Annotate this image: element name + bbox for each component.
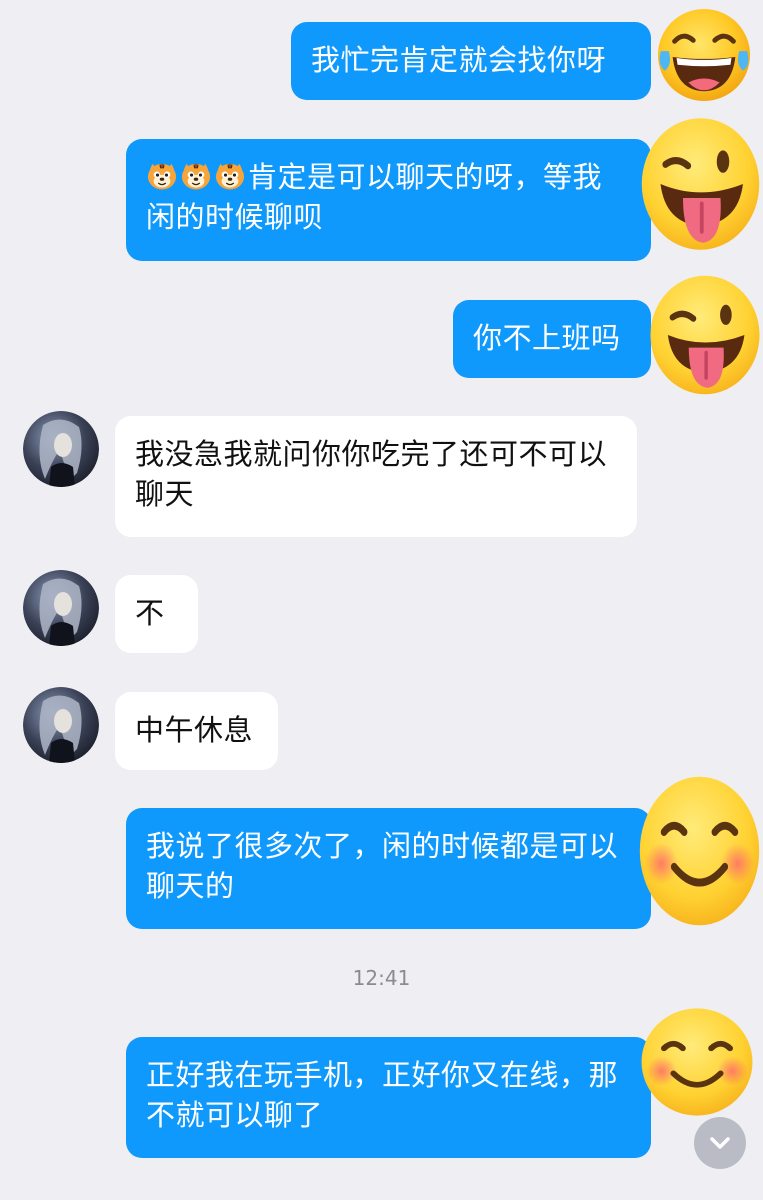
chevron-down-icon — [710, 1137, 730, 1149]
scroll-to-bottom-button[interactable] — [694, 1117, 746, 1169]
tiger-face-icon — [215, 163, 245, 191]
avatar[interactable] — [23, 570, 99, 646]
message-bubble-outgoing[interactable]: 正好我在玩手机，正好你又在线，那不就可以聊了 — [126, 1037, 651, 1158]
blushing-smile-emoji-icon — [638, 1005, 756, 1119]
message-bubble-outgoing[interactable]: 我说了很多次了，闲的时候都是可以聊天的 — [126, 808, 651, 929]
message-text: 中午休息 — [135, 713, 254, 747]
avatar[interactable] — [23, 687, 99, 763]
message-text: 正好我在玩手机，正好你又在线，那不就可以聊了 — [146, 1058, 619, 1132]
message-bubble-incoming[interactable]: 中午休息 — [115, 692, 278, 770]
tiger-face-icon — [181, 163, 211, 191]
message-bubble-outgoing[interactable]: 肯定是可以聊天的呀，等我闲的时候聊呗 — [126, 139, 651, 261]
message-text: 我说了很多次了，闲的时候都是可以聊天的 — [146, 829, 619, 903]
message-text: 我忙完肯定就会找你呀 — [311, 43, 607, 77]
avatar[interactable] — [23, 411, 99, 487]
tears-of-joy-emoji-icon — [655, 6, 753, 104]
message-bubble-outgoing[interactable]: 我忙完肯定就会找你呀 — [291, 22, 651, 100]
winking-tongue-emoji-icon — [647, 272, 763, 398]
message-text: 不 — [135, 596, 165, 630]
winking-tongue-emoji-icon — [638, 114, 763, 254]
message-bubble-incoming[interactable]: 我没急我就问你你吃完了还可不可以聊天 — [115, 416, 637, 537]
message-bubble-outgoing[interactable]: 你不上班吗 — [453, 300, 651, 378]
message-text: 我没急我就问你你吃完了还可不可以聊天 — [135, 437, 608, 511]
blushing-smile-emoji-icon — [636, 772, 763, 930]
message-bubble-incoming[interactable]: 不 — [115, 575, 198, 653]
tiger-face-icon — [147, 163, 177, 191]
timestamp: 12:41 — [352, 966, 411, 990]
message-text: 你不上班吗 — [473, 321, 621, 355]
